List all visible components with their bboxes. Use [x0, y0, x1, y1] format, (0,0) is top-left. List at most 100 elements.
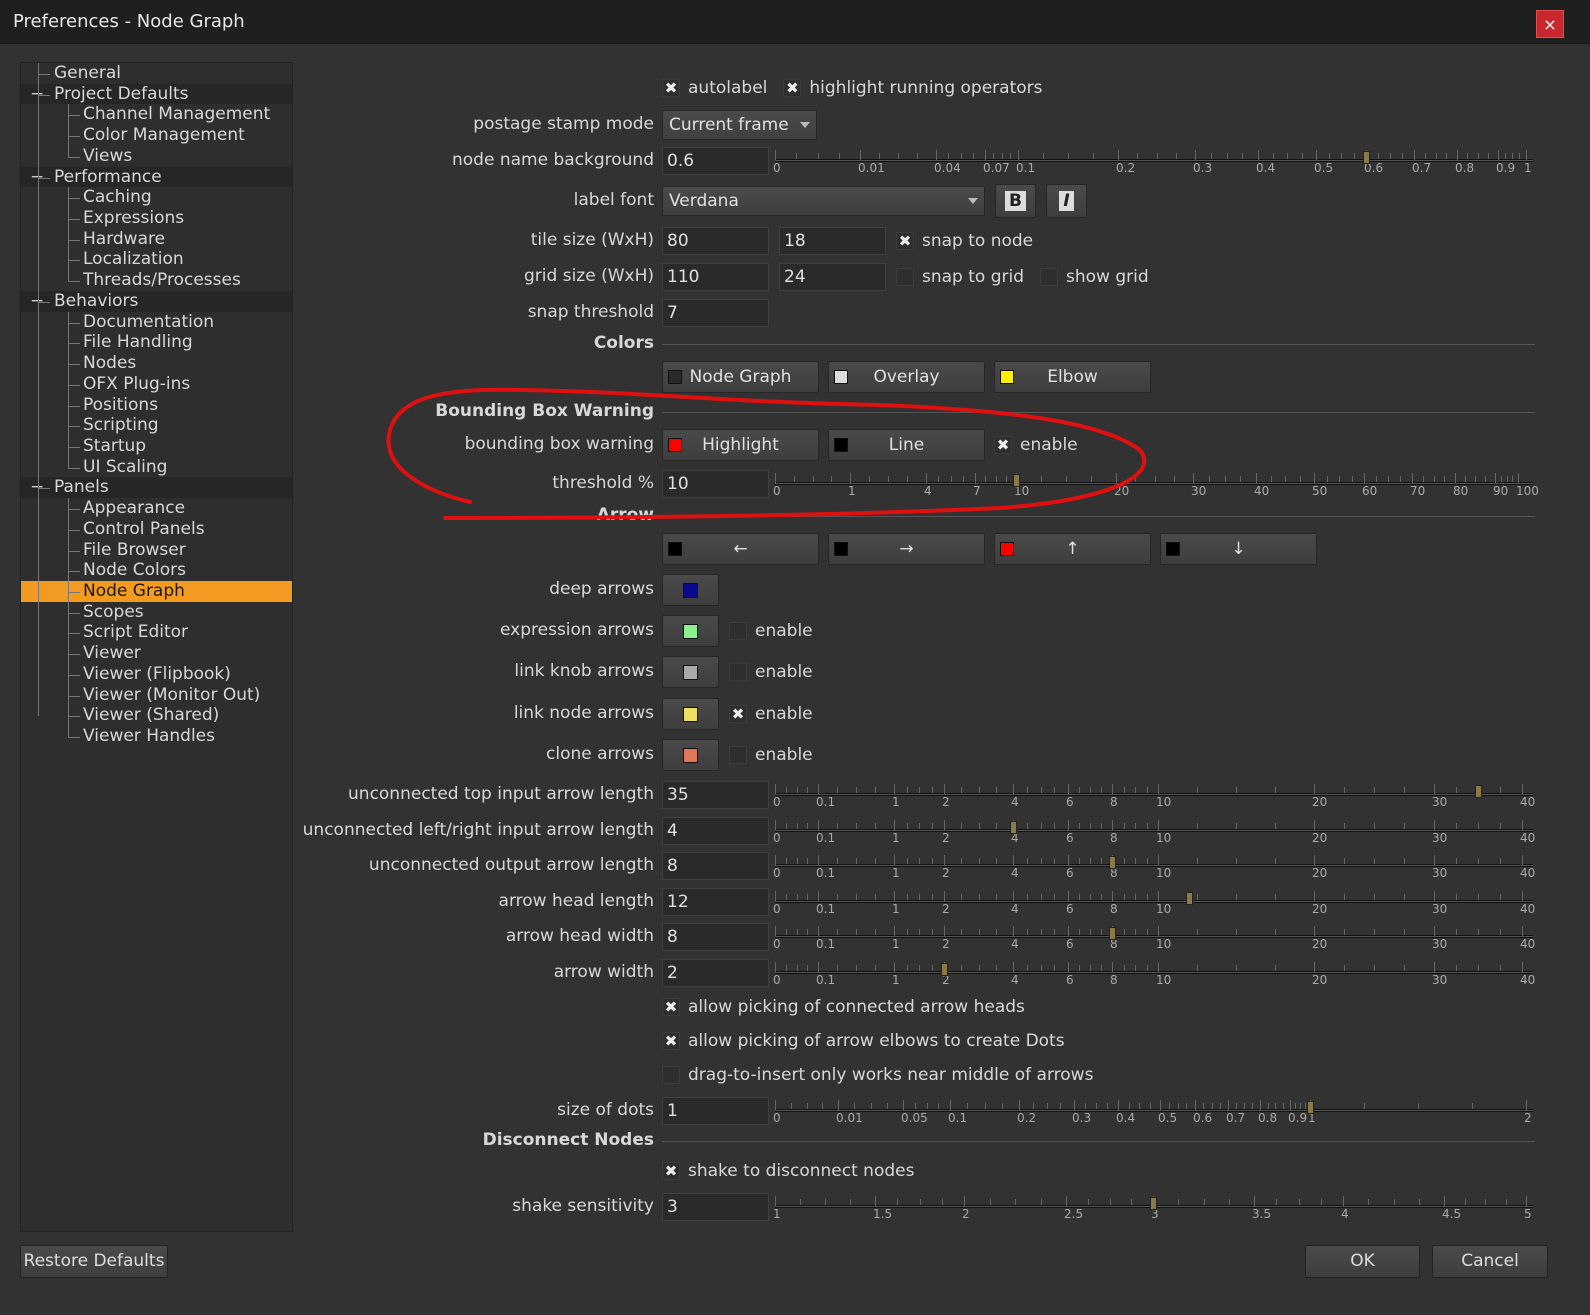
tree-item-viewer[interactable]: Viewer [21, 643, 292, 664]
tree-item-ui-scaling[interactable]: UI Scaling [21, 457, 292, 478]
tree-item-nodes[interactable]: Nodes [21, 353, 292, 374]
tree-item-positions[interactable]: Positions [21, 395, 292, 416]
unconnected-output-arrow-length-input[interactable]: 8 [662, 852, 769, 880]
node-name-background-input[interactable]: 0.6 [662, 147, 769, 175]
checkbox-allow-picking-of-connected-arrow-heads[interactable]: ✖ allow picking of connected arrow heads [662, 997, 1025, 1017]
unchecked-checkbox[interactable] [662, 1066, 680, 1084]
tree-item-expressions[interactable]: Expressions [21, 208, 292, 229]
tree-item-caching[interactable]: Caching [21, 187, 292, 208]
tree-item-viewer-handles[interactable]: Viewer Handles [21, 726, 292, 747]
checkbox-autolabel[interactable]: ✖ autolabel [662, 78, 767, 98]
link-knob-arrows-color-button[interactable] [662, 656, 719, 688]
tree-item-node-colors[interactable]: Node Colors [21, 560, 292, 581]
checkbox-snap-to-node[interactable]: ✖ snap to node [896, 231, 1033, 251]
arrow-head-length-input[interactable]: 12 [662, 888, 769, 916]
tree-item-node-graph[interactable]: Node Graph [21, 581, 292, 602]
tree-item-scripting[interactable]: Scripting [21, 415, 292, 436]
tree-item-appearance[interactable]: Appearance [21, 498, 292, 519]
tree-item-panels[interactable]: − Panels [21, 477, 292, 499]
line[interactable]: Line [828, 429, 985, 461]
tree-item-viewer-flipbook-[interactable]: Viewer (Flipbook) [21, 664, 292, 685]
tree-item-views[interactable]: Views [21, 146, 292, 167]
link-node-arrows-color-button[interactable] [662, 698, 719, 730]
checked-checkbox[interactable]: ✖ [662, 998, 680, 1016]
arrow-head-length-slider[interactable]: 0 0.1 1 2 4 6 8 10 20 30 40 [773, 887, 1535, 919]
tree-item-channel-management[interactable]: Channel Management [21, 104, 292, 125]
arrow-width-input[interactable]: 2 [662, 959, 769, 987]
grid-size-wxh-width-input[interactable]: 110 [662, 263, 769, 291]
highlight[interactable]: Highlight [662, 429, 819, 461]
unconnected-top-input-arrow-length-slider[interactable]: 0 0.1 1 2 4 6 8 10 20 30 40 [773, 780, 1535, 812]
checkbox-enable[interactable]: enable [729, 745, 813, 765]
close-button[interactable]: × [1536, 10, 1564, 38]
slider-handle[interactable] [1013, 474, 1020, 487]
slider-handle[interactable] [1307, 1101, 1314, 1114]
size-of-dots-slider[interactable]: 0 0.01 0.05 0.1 0.2 0.3 0.4 0.5 0.6 0.7 0.8 0.9 1 2 [773, 1096, 1533, 1128]
threshold-slider[interactable]: 0 1 4 7 10 20 30 40 50 60 70 80 90 100 [773, 469, 1539, 501]
arrow-color-button[interactable]: ↑ [994, 533, 1151, 565]
bold-button[interactable]: B [995, 184, 1036, 218]
tree-item-file-handling[interactable]: File Handling [21, 332, 292, 353]
shake-sensitivity-input[interactable]: 3 [662, 1193, 769, 1221]
tile-size-wxh-height-input[interactable]: 18 [779, 227, 886, 255]
checkbox-snap-to-grid[interactable]: snap to grid [896, 267, 1024, 287]
clone-arrows-color-button[interactable] [662, 739, 719, 771]
unchecked-checkbox[interactable] [896, 268, 914, 286]
tree-item-color-management[interactable]: Color Management [21, 125, 292, 146]
unchecked-checkbox[interactable] [1040, 268, 1059, 286]
checkbox-enable[interactable]: enable [729, 621, 813, 641]
tree-item-ofx-plug-ins[interactable]: OFX Plug-ins [21, 374, 292, 395]
slider-handle[interactable] [1475, 785, 1482, 798]
shake-sensitivity-slider[interactable]: 1 1.5 2 2.5 3 3.5 4 4.5 5 [773, 1192, 1533, 1224]
unchecked-checkbox[interactable] [729, 663, 747, 681]
unchecked-checkbox[interactable] [729, 746, 747, 764]
checkbox-enable[interactable]: ✖ enable [729, 704, 813, 724]
unconnected-left-right-input-arrow-length-input[interactable]: 4 [662, 817, 769, 845]
arrow-head-width-input[interactable]: 8 [662, 923, 769, 951]
unconnected-left-right-input-arrow-length-slider[interactable]: 0 0.1 1 2 4 6 8 10 20 30 40 [773, 816, 1535, 848]
tree-item-general[interactable]: General [21, 63, 292, 84]
ok-button[interactable]: OK [1305, 1245, 1420, 1278]
label-font-dropdown[interactable]: Verdana [662, 186, 985, 216]
tree-item-viewer-monitor-out-[interactable]: Viewer (Monitor Out) [21, 685, 292, 706]
slider-handle[interactable] [1109, 927, 1116, 940]
elbow[interactable]: Elbow [994, 361, 1151, 393]
tree-item-localization[interactable]: Localization [21, 249, 292, 270]
tree-item-documentation[interactable]: Documentation [21, 312, 292, 333]
checked-checkbox[interactable]: ✖ [783, 79, 802, 97]
tree-item-control-panels[interactable]: Control Panels [21, 519, 292, 540]
unchecked-checkbox[interactable] [729, 622, 747, 640]
tree-item-viewer-shared-[interactable]: Viewer (Shared) [21, 705, 292, 726]
tree-item-startup[interactable]: Startup [21, 436, 292, 457]
snap-threshold-input[interactable]: 7 [662, 299, 769, 327]
restore-defaults-button[interactable]: Restore Defaults [20, 1245, 168, 1278]
threshold-input[interactable]: 10 [662, 470, 769, 498]
deep-arrows-color-button[interactable] [662, 574, 719, 606]
checkbox-allow-picking-of-arrow-elbows-to-create-dots[interactable]: ✖ allow picking of arrow elbows to create… [662, 1031, 1065, 1051]
unconnected-top-input-arrow-length-input[interactable]: 35 [662, 781, 769, 809]
checked-checkbox[interactable]: ✖ [662, 1032, 680, 1050]
checkbox-drag-to-insert-only-works-near-middle-of-arrows[interactable]: drag-to-insert only works near middle of… [662, 1065, 1093, 1085]
tree-item-scopes[interactable]: Scopes [21, 602, 292, 623]
tree-item-behaviors[interactable]: − Behaviors [21, 290, 292, 312]
tree-item-file-browser[interactable]: File Browser [21, 540, 292, 561]
cancel-button[interactable]: Cancel [1432, 1245, 1548, 1278]
slider-handle[interactable] [941, 963, 948, 976]
tree-item-script-editor[interactable]: Script Editor [21, 622, 292, 643]
tile-size-wxh-width-input[interactable]: 80 [662, 227, 769, 255]
arrow-color-button[interactable]: → [828, 533, 985, 565]
slider-handle[interactable] [1186, 892, 1194, 905]
postage-stamp-mode-dropdown[interactable]: Current frame [662, 110, 817, 140]
overlay[interactable]: Overlay [828, 361, 985, 393]
unconnected-output-arrow-length-slider[interactable]: 0 0.1 1 2 4 6 8 10 20 30 40 [773, 851, 1535, 883]
slider-handle[interactable] [1010, 821, 1017, 834]
checkbox-shake-to-disconnect-nodes[interactable]: ✖ shake to disconnect nodes [662, 1161, 914, 1181]
arrow-color-button[interactable]: ← [662, 533, 819, 565]
slider-handle[interactable] [1150, 1197, 1157, 1210]
tree-item-performance[interactable]: − Performance [21, 166, 292, 188]
node-graph[interactable]: Node Graph [662, 361, 819, 393]
checkbox-enable[interactable]: enable [729, 662, 813, 682]
checked-checkbox[interactable]: ✖ [896, 232, 914, 250]
checkbox-enable[interactable]: ✖ enable [994, 435, 1078, 455]
checked-checkbox[interactable]: ✖ [662, 1162, 680, 1180]
